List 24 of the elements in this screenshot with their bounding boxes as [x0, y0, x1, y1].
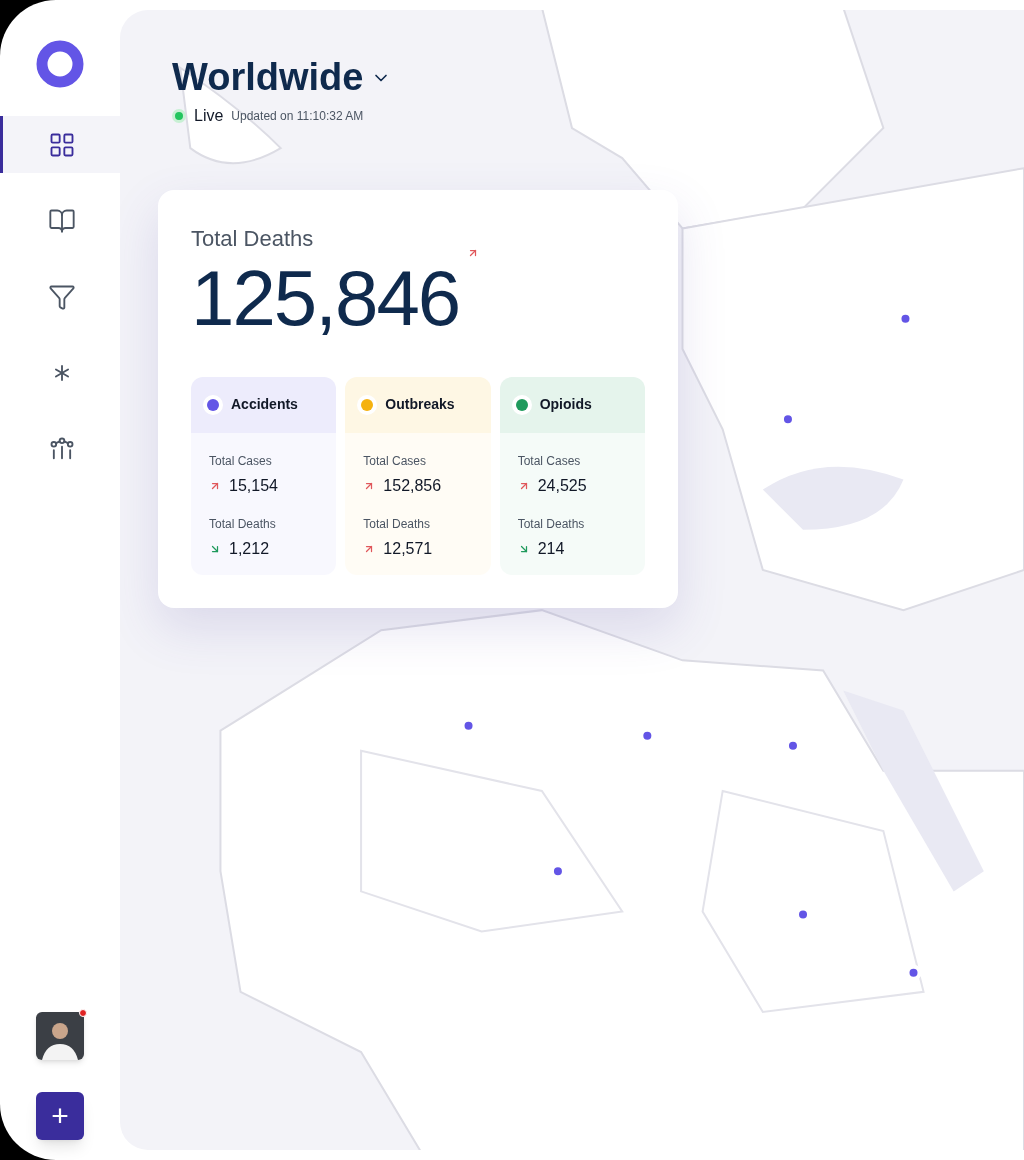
stat-label: Total Cases [209, 452, 273, 470]
total-value: 125,846 [191, 258, 460, 337]
stat-value: 1,212 [229, 538, 270, 559]
stat-label: Total Deaths [363, 515, 432, 533]
category-name: Opioids [539, 395, 592, 414]
stat-label: Total Deaths [517, 515, 586, 533]
updated-time: Updated on 11:10:32 AM [231, 107, 364, 125]
region-title: Worldwide [172, 55, 364, 100]
card-title: Total Deaths [191, 224, 314, 253]
stat-label: Total Cases [363, 452, 428, 470]
logo-icon [36, 40, 84, 88]
stat-label: Total Deaths [209, 515, 277, 533]
stat-value: 214 [537, 538, 565, 559]
stat-value: 12,571 [383, 538, 433, 559]
category-name: Outbreaks [385, 395, 455, 414]
stat-value: 152,856 [383, 475, 442, 496]
avatar[interactable] [36, 1012, 84, 1060]
stat-value: 24,525 [537, 475, 587, 496]
stat-value: 15,154 [229, 475, 278, 496]
category-name: Accidents [231, 395, 298, 414]
add-button[interactable]: + [36, 1092, 84, 1140]
live-label: Live [194, 105, 224, 126]
sidebar-item[interactable] [0, 116, 120, 173]
stat-label: Total Cases [517, 452, 582, 470]
